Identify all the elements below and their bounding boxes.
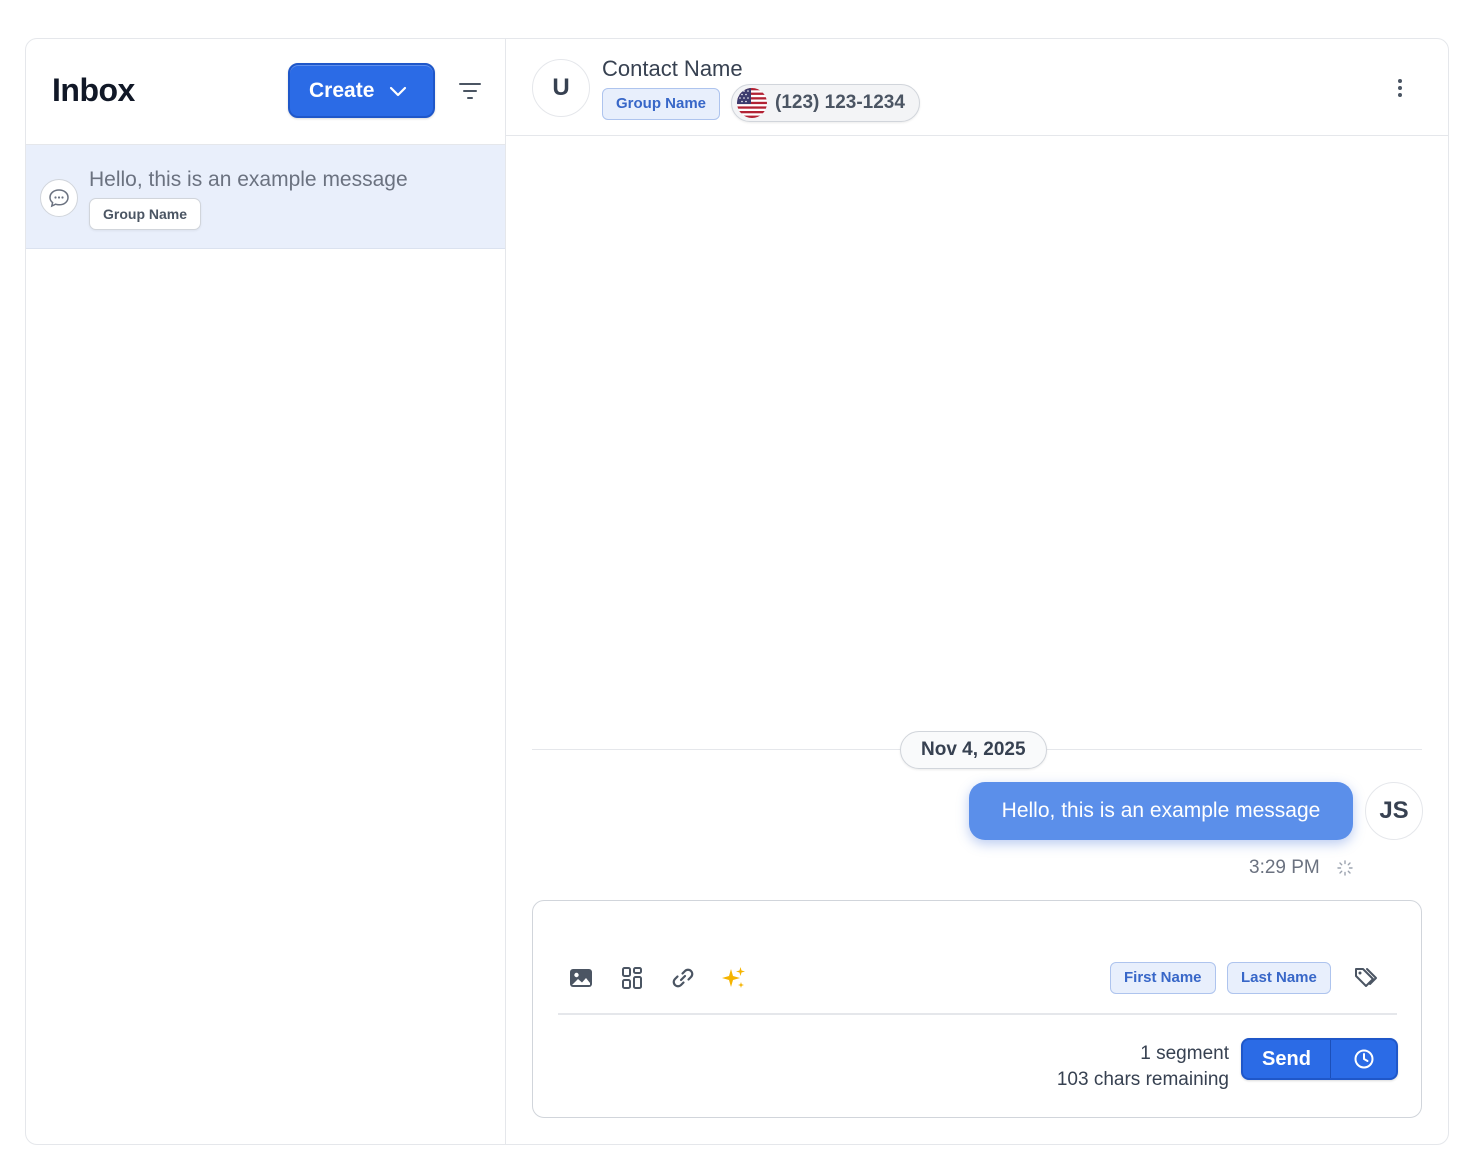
create-button-label: Create xyxy=(309,78,375,102)
message-composer[interactable]: First Name Last Name 1 segment 103 chars… xyxy=(532,900,1422,1118)
clock-icon xyxy=(1354,1049,1373,1069)
message-timestamp: 3:29 PM xyxy=(1249,857,1320,878)
contact-avatar: U xyxy=(532,59,590,117)
conversation-header: U Contact Name Group Name (123) 123-1234 xyxy=(506,39,1448,136)
phone-number-chip[interactable]: (123) 123-1234 xyxy=(731,84,920,122)
inbox-sidebar: Inbox Create Hello, this is an example m… xyxy=(26,39,506,1144)
messaging-app: Inbox Create Hello, this is an example m… xyxy=(25,38,1449,1145)
conversation-panel: U Contact Name Group Name (123) 123-1234… xyxy=(506,39,1448,1144)
us-flag-icon xyxy=(737,88,767,118)
conversation-preview: Hello, this is an example message xyxy=(89,168,408,191)
more-options-icon[interactable] xyxy=(1390,77,1410,99)
sender-avatar: JS xyxy=(1365,782,1423,840)
first-name-variable[interactable]: First Name xyxy=(1110,962,1216,994)
date-separator: Nov 4, 2025 xyxy=(900,731,1047,769)
segment-count: 1 segment xyxy=(1140,1043,1229,1064)
filter-icon[interactable] xyxy=(458,79,482,103)
composer-divider xyxy=(558,1013,1397,1015)
image-icon[interactable] xyxy=(568,965,594,991)
outgoing-message-bubble: Hello, this is an example message xyxy=(969,782,1353,840)
send-button-group: Send xyxy=(1241,1038,1398,1080)
phone-number: (123) 123-1234 xyxy=(775,92,905,113)
chat-bubble-icon xyxy=(40,179,78,217)
chevron-down-icon xyxy=(390,86,407,96)
ai-sparkle-icon[interactable] xyxy=(721,965,747,991)
conversation-list-item[interactable]: Hello, this is an example message Group … xyxy=(26,145,505,249)
segment-info: 1 segment 103 chars remaining xyxy=(1057,1041,1229,1093)
inbox-title: Inbox xyxy=(52,72,135,108)
tag-icon[interactable] xyxy=(1353,965,1379,991)
sidebar-header: Inbox Create xyxy=(26,39,505,145)
contact-group-tag: Group Name xyxy=(602,88,721,120)
contact-name: Contact Name xyxy=(602,56,743,81)
last-name-variable[interactable]: Last Name xyxy=(1227,962,1331,994)
pending-spinner-icon xyxy=(1337,860,1353,876)
conversation-group-tag: Group Name xyxy=(89,198,202,230)
send-button[interactable]: Send xyxy=(1243,1040,1331,1078)
link-icon[interactable] xyxy=(670,965,696,991)
template-icon[interactable] xyxy=(619,965,645,991)
create-button[interactable]: Create xyxy=(288,63,435,118)
chars-remaining: 103 chars remaining xyxy=(1056,1069,1229,1090)
schedule-send-button[interactable] xyxy=(1331,1040,1396,1078)
